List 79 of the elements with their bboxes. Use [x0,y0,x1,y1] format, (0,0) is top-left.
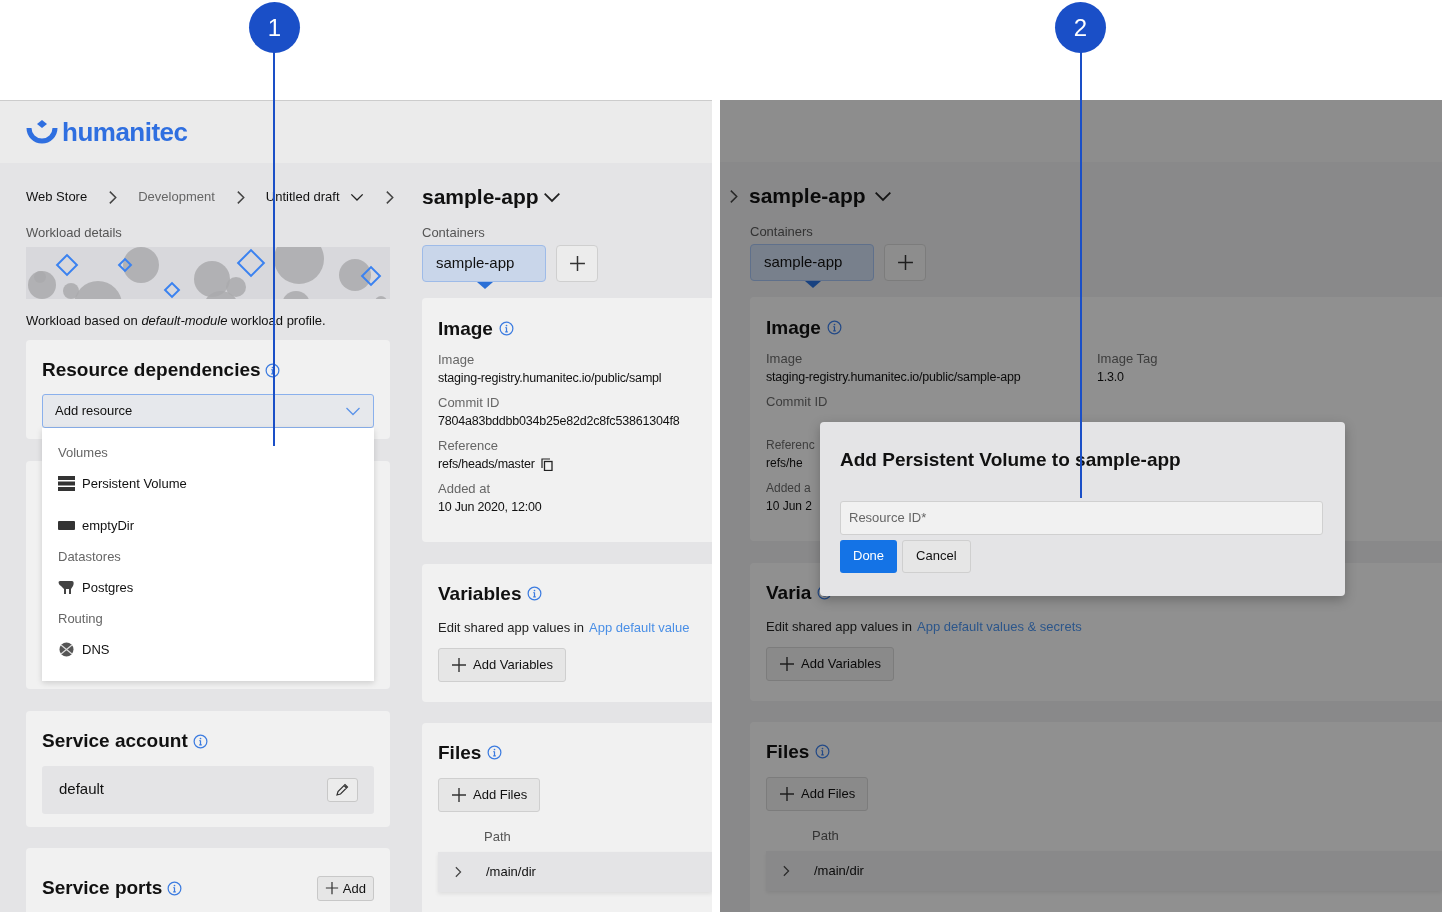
card-title: Files [766,739,810,764]
add-variables-button[interactable]: Add Variables [766,646,894,681]
add-port-button[interactable]: Add [316,875,374,901]
callout-badge: 2 [1055,2,1106,53]
plus-icon [779,786,795,802]
plus-icon [451,787,467,803]
field-value: 10 Jun 2020, 12:00 [438,499,542,515]
pencil-icon [336,783,349,796]
field-label: Reference [438,438,499,454]
add-files-button[interactable]: Add Files [438,778,541,812]
menu-item[interactable]: emptyDir [58,510,374,541]
add-files-button[interactable]: Add Files [766,777,869,811]
plus-icon [324,881,339,896]
globe-icon [58,642,75,657]
containers-label: Containers [750,223,814,241]
resource-id-input[interactable]: Resource ID* [840,500,1323,535]
file-path: /main/dir [814,861,864,880]
field-label: Image Tag [1097,351,1158,367]
field-label: Added at [438,481,492,497]
container-tab[interactable]: sample-app [422,244,546,282]
field-value: staging-registry.humanitec.io/public/sampl [438,370,662,386]
add-resource-select[interactable]: Add resource [42,393,374,428]
menu-group-heading: Datastores [58,547,122,566]
card-title: Service account [42,729,188,753]
logo-icon [26,120,58,144]
field-label: Commit ID [766,394,829,410]
menu-group-heading: Routing [58,609,104,628]
add-variables-button[interactable]: Add Variables [438,647,566,682]
card-title: Image [438,316,493,341]
file-row[interactable]: /main/dir [766,850,1442,891]
dialog-button[interactable]: Done [840,539,898,573]
card-title: Image [766,315,821,340]
field-label: Image [438,352,476,368]
card-title: Service ports [42,876,163,900]
container-tab[interactable]: sample-app [750,243,874,281]
workload-details-label: Workload details [26,224,123,242]
app-title: sample-app [422,184,539,211]
plus-icon [896,253,914,271]
column-header: Path [484,828,512,846]
breadcrumb-link[interactable]: Development [138,187,215,207]
field-label: Added a [766,480,812,496]
menu-item[interactable]: Postgres [58,572,374,603]
card-title: Files [438,740,482,765]
field-value: 1.3.0 [1097,369,1125,385]
menu-item[interactable]: Persistent Volume [58,468,374,499]
callout-badge: 1 [249,2,300,53]
app-title: sample-app [749,183,866,210]
file-row[interactable]: /main/dir [438,851,712,892]
field-value: refs/he [766,455,804,471]
variables-description: Edit shared app values in [438,619,584,637]
card-title: Variables [438,581,522,606]
dialog-button[interactable]: Cancel [902,539,971,573]
column-header: Path [812,827,840,845]
menu-group-heading: Volumes [58,443,109,462]
field-label: Image [766,351,804,367]
field-value: 7804a83bddbb034b25e82d2c8fc53861304f8 [438,413,680,429]
edit-button[interactable] [327,777,358,802]
field-value: 10 Jun 2 [766,498,814,514]
card-title: Varia [766,580,812,605]
copy-icon[interactable] [540,457,553,471]
selected-tab-indicator [805,280,821,288]
variables-description: Edit shared app values in [766,618,912,636]
plus-icon [451,656,467,673]
logo-text: humanitec [62,115,188,149]
field-label: Commit ID [438,395,501,411]
plus-icon [779,655,795,672]
plus-icon [568,254,586,272]
menu-item[interactable]: DNS [58,634,374,665]
memory-chip-icon [58,518,75,533]
server-stack-icon [58,476,75,491]
breadcrumb-link[interactable]: Web Store [26,187,88,207]
containers-label: Containers [422,224,486,242]
field-value: staging-registry.humanitec.io/public/sample-app [766,369,1022,385]
selected-tab-indicator [477,281,493,289]
field-label: Referenc [766,437,816,453]
card-title: Resource dependencies [42,358,261,382]
field-value: refs/heads/master [438,456,535,472]
service-account-value: default [59,779,105,800]
file-path: /main/dir [486,862,536,881]
